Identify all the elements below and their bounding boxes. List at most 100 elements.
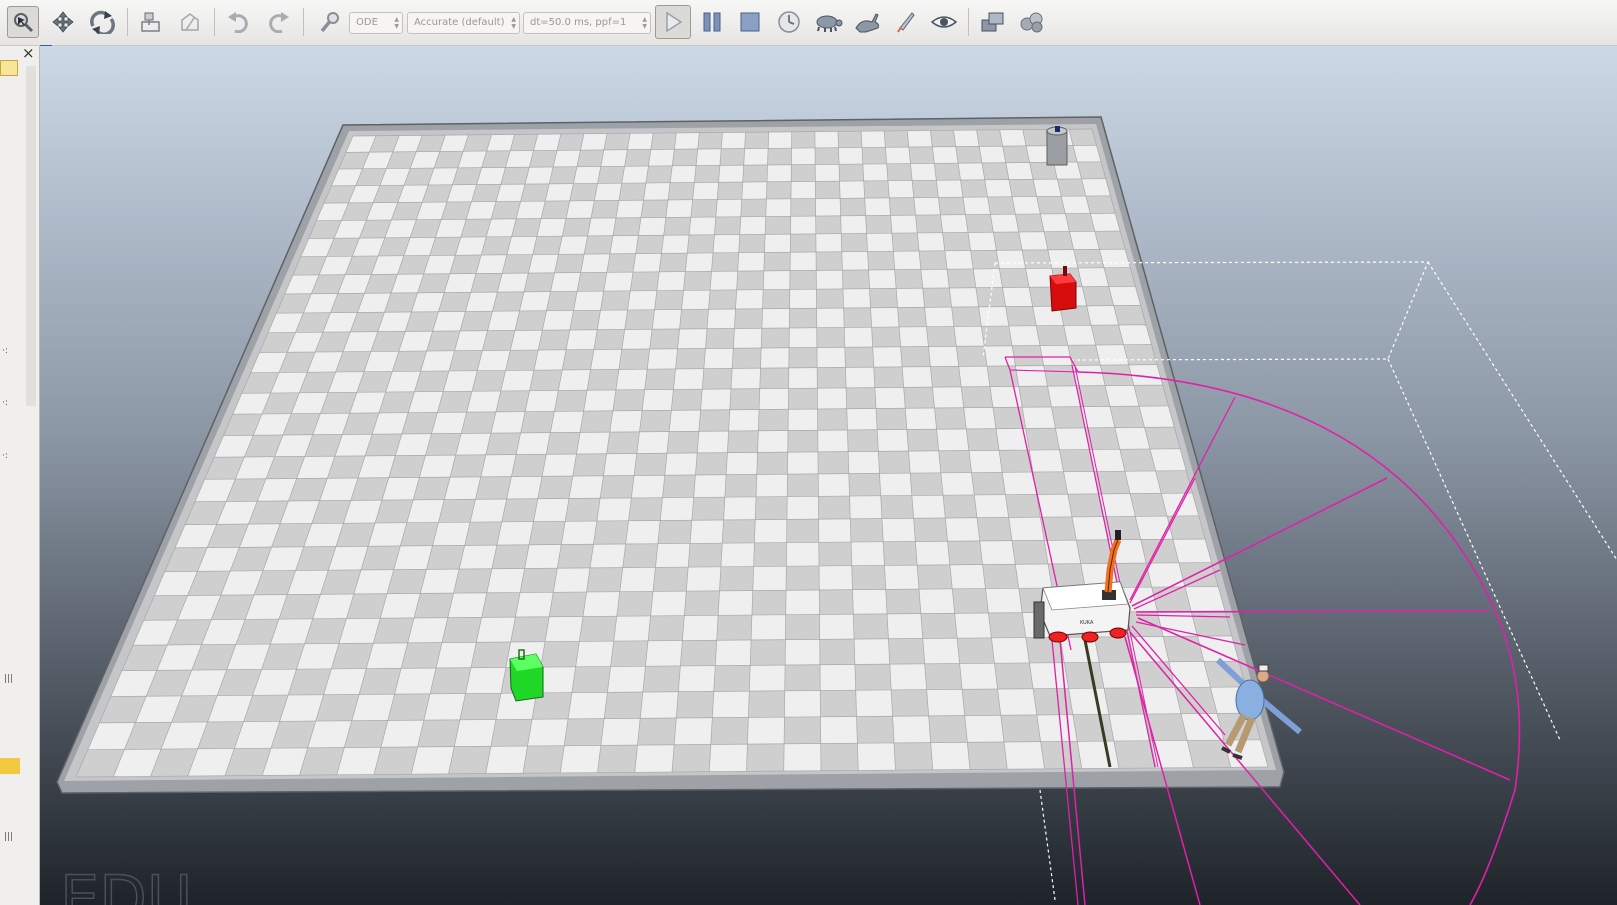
select-tool-button[interactable] [7, 6, 39, 38]
panel-scrollbar[interactable] [26, 66, 36, 406]
scene-root-icon[interactable] [0, 60, 18, 76]
floor-tile [705, 328, 735, 349]
floor-tile [1072, 714, 1114, 742]
stop-simulation-button[interactable] [734, 6, 766, 38]
pause-simulation-button[interactable] [696, 6, 728, 38]
floor-tile [597, 745, 638, 773]
timestep-select[interactable]: dt=50.0 ms, ppf=1 ▲ ▼ [523, 12, 651, 34]
undo-button[interactable] [223, 6, 255, 38]
floor-tile [523, 745, 565, 774]
floor-tile [612, 389, 645, 411]
floor-tile [572, 453, 607, 477]
page-selector-button[interactable] [977, 6, 1009, 38]
floor-tile [791, 164, 816, 182]
floor-tile [694, 165, 720, 183]
floor-tile [1057, 178, 1086, 197]
floor-tile [646, 165, 673, 183]
floor-tile [653, 567, 689, 592]
floor-tile [642, 665, 681, 692]
floor-tile [885, 589, 921, 614]
floor-tile [565, 498, 601, 522]
floor-tile [688, 543, 723, 568]
floor-tile [970, 250, 1000, 269]
floor-tile [448, 746, 491, 774]
floor-tile [819, 589, 854, 615]
floor-tile [755, 496, 788, 520]
floor-tile [662, 475, 696, 498]
floor-tile [622, 543, 658, 568]
floor-tile [967, 742, 1008, 770]
floor-tile [554, 390, 588, 412]
tree-connector-icon: ·: [2, 451, 8, 461]
floor-tile [751, 590, 786, 615]
floor-tile [482, 330, 515, 351]
floor-tile [919, 250, 947, 270]
floor-tile [976, 129, 1003, 147]
floor-tile [884, 130, 909, 148]
redo-icon [269, 12, 289, 33]
floor-tile [438, 499, 476, 523]
panel-close-button[interactable]: × [22, 44, 35, 62]
floor-tile [591, 200, 619, 219]
floor-tile [1036, 196, 1066, 214]
object-position-button[interactable] [135, 6, 167, 38]
floor-tile [820, 743, 859, 771]
floor-tile [738, 234, 766, 253]
floor-tile [816, 251, 843, 271]
undo-icon [228, 12, 248, 33]
floor-tile [657, 520, 692, 544]
slow-down-button[interactable] [811, 6, 845, 38]
integrator-select[interactable]: Accurate (default) ▲ ▼ [407, 12, 520, 34]
floor-tile [843, 307, 872, 328]
grey-cylinder-object[interactable] [1046, 126, 1068, 166]
green-box-object[interactable] [509, 649, 544, 702]
floor-tile [618, 183, 646, 201]
start-simulation-button[interactable] [655, 5, 691, 39]
floor-tile [981, 162, 1009, 180]
selected-tree-item[interactable] [0, 758, 20, 774]
speed-up-button[interactable] [850, 6, 884, 38]
floor-tile [430, 667, 471, 694]
rotate-tool-button[interactable] [86, 6, 118, 38]
toggle-visualization-button[interactable] [927, 6, 961, 38]
floor-tile [785, 614, 820, 640]
physics-engine-select[interactable]: ODE ▲ ▼ [349, 12, 403, 34]
floor-tile [569, 183, 598, 201]
floor-tile [766, 181, 792, 199]
floor-tile [734, 308, 763, 329]
floor-tile [784, 664, 821, 691]
object-orientation-button[interactable] [174, 6, 206, 38]
floor-tile [1022, 249, 1052, 269]
redo-button[interactable] [262, 6, 294, 38]
floor-tile [644, 368, 676, 390]
floor-tile [593, 329, 625, 350]
floor-tile [722, 519, 756, 544]
floor-tile [988, 612, 1026, 638]
floor-tile [1073, 249, 1104, 268]
real-time-button[interactable] [773, 6, 805, 38]
floor-tile [577, 272, 607, 292]
floor-tile [746, 743, 785, 772]
floor-tile [524, 272, 555, 292]
integrator-value: Accurate (default) [414, 17, 505, 28]
floor-tile [697, 132, 723, 149]
floor-tile [1076, 539, 1114, 564]
floor-tile [546, 432, 581, 455]
scene-selector-button[interactable] [1016, 6, 1048, 38]
calculation-module-button[interactable] [313, 6, 345, 38]
floor-tile [750, 639, 786, 666]
floor-tile [912, 180, 939, 198]
floor-tile [847, 429, 879, 452]
floor-tile [1051, 406, 1086, 429]
floor-tile [637, 718, 677, 746]
floor-tile [854, 664, 892, 691]
floor-tile [791, 131, 815, 149]
floor-tile [930, 130, 956, 147]
translate-tool-button[interactable] [47, 6, 79, 38]
floor-tile [869, 288, 898, 308]
scenes-icon [1020, 12, 1043, 33]
timestep-value: dt=50.0 ms, ppf=1 [530, 17, 627, 28]
threaded-rendering-button[interactable] [890, 6, 922, 38]
scene-viewport[interactable]: EDU KUKA [40, 46, 1617, 905]
floor-tile [610, 640, 648, 667]
